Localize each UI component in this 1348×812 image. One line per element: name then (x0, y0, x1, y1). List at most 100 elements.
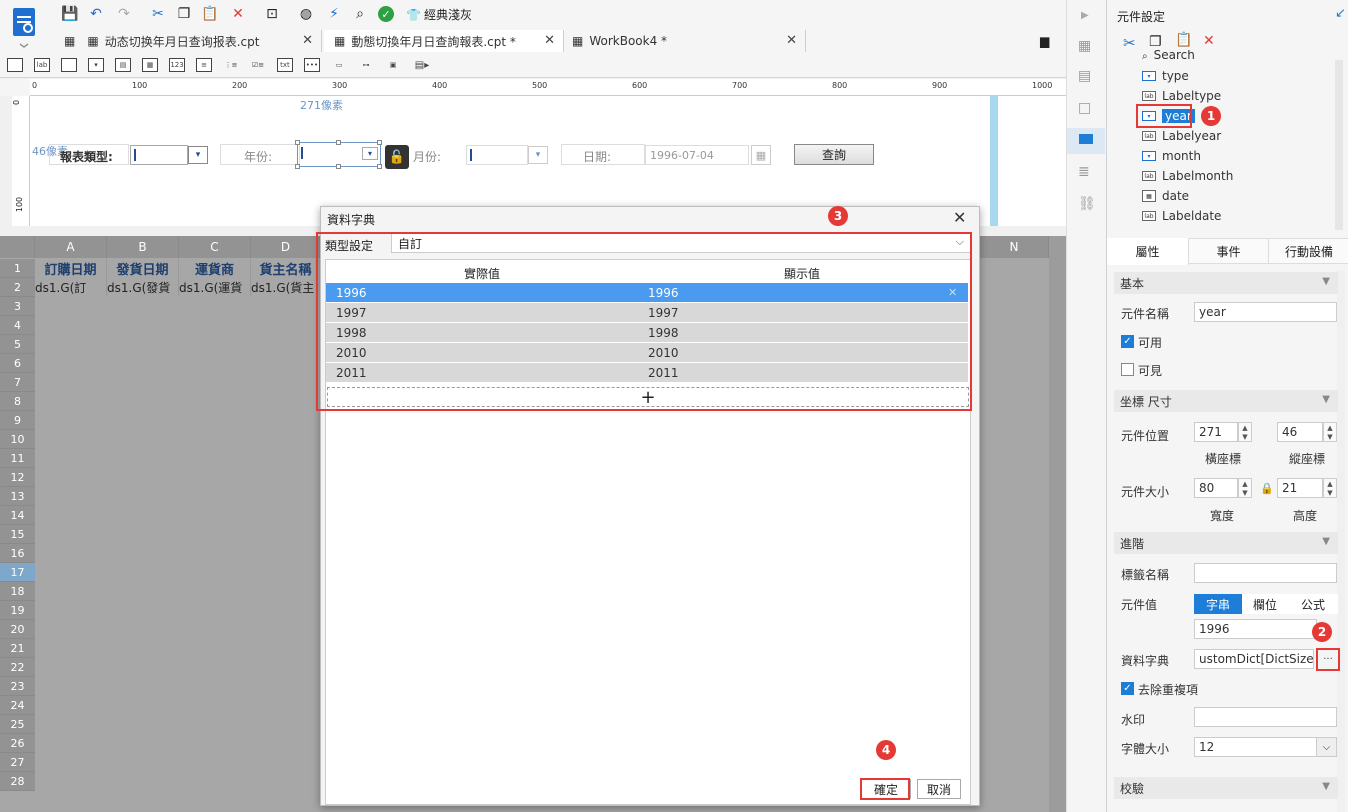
widget-toggle-icon[interactable]: ▭ (331, 58, 347, 72)
cell-c1[interactable]: 運貨商 (179, 259, 251, 278)
cell-a1[interactable]: 訂購日期 (35, 259, 107, 278)
condition-icon[interactable]: ≣ (1078, 164, 1090, 180)
delete-icon[interactable]: ✕ (228, 4, 248, 24)
tab-menu-icon[interactable]: ▆ (1040, 34, 1049, 48)
widget-txt-icon[interactable]: txt (277, 58, 293, 72)
widget-value-input[interactable]: 1996 (1194, 619, 1317, 639)
float-element-icon[interactable]: □ (1078, 100, 1091, 116)
tree-item-type[interactable]: ▾ type (1142, 67, 1189, 85)
tab-file-2[interactable]: ▦ 動態切換年月日查詢報表.cpt * ✕ (324, 30, 564, 52)
report-type-dropdown[interactable]: ▾ (188, 146, 208, 164)
column-header-b[interactable]: B (107, 236, 179, 258)
cell-c2[interactable]: ds1.G(運貨 (179, 278, 251, 297)
sheet-corner[interactable] (0, 236, 35, 258)
width-stepper[interactable]: ▲ ▼ (1238, 478, 1252, 498)
dedupe-checkbox[interactable]: ✓ (1121, 682, 1134, 695)
pos-x-stepper[interactable]: ▲ ▼ (1238, 422, 1252, 442)
tree-item-date[interactable]: ▦ date (1142, 187, 1189, 205)
row-header[interactable]: 27 (0, 753, 35, 772)
tree-item-labeldate[interactable]: lab Labeldate (1142, 207, 1221, 225)
calendar-icon[interactable]: ▦ (751, 145, 771, 165)
paste-icon[interactable]: 📋 (200, 4, 220, 24)
tree-item-labelyear[interactable]: lab Labelyear (1142, 127, 1221, 145)
row-header[interactable]: 25 (0, 715, 35, 734)
row-header[interactable]: 12 (0, 468, 35, 487)
search-doc-icon[interactable]: ⌕ (350, 4, 370, 24)
theme-selector[interactable]: 👕 經典淺灰 (406, 6, 472, 23)
redo-icon[interactable]: ↷ (114, 4, 134, 24)
row-header[interactable]: 3 (0, 297, 35, 316)
row-header[interactable]: 5 (0, 335, 35, 354)
widget-more-icon[interactable]: ▤▸ (414, 58, 430, 72)
font-size-select[interactable]: 12 ⌵ (1194, 737, 1337, 757)
tab-properties[interactable]: 屬性 (1107, 238, 1189, 265)
cell-element-icon[interactable]: ▦ (1078, 38, 1091, 54)
enabled-checkbox[interactable]: ✓ (1121, 335, 1134, 348)
widget-tree-icon[interactable]: ⊶ (358, 58, 374, 72)
report-type-input[interactable] (130, 145, 188, 165)
data-dictionary-input[interactable]: ustomDict[DictSize:5] (1194, 649, 1314, 669)
section-coordinates[interactable]: 坐標 尺寸 ▼ (1114, 390, 1338, 412)
pos-y-input[interactable]: 46 (1277, 422, 1323, 442)
section-advanced[interactable]: 進階 ▼ (1114, 532, 1338, 554)
widget-label-icon[interactable]: lab (34, 58, 50, 72)
value-tab-field[interactable]: 欄位 (1242, 594, 1288, 614)
row-header[interactable]: 18 (0, 582, 35, 601)
panel-scrollbar[interactable] (1337, 270, 1345, 812)
preview-icon[interactable]: ⊡ (262, 4, 282, 24)
height-stepper[interactable]: ▲ ▼ (1323, 478, 1337, 498)
height-input[interactable]: 21 (1277, 478, 1323, 498)
row-header[interactable]: 24 (0, 696, 35, 715)
value-tab-formula[interactable]: 公式 (1288, 594, 1338, 614)
column-header-c[interactable]: C (179, 236, 251, 258)
widget-text-icon[interactable] (7, 58, 23, 72)
row-header[interactable]: 19 (0, 601, 35, 620)
lock-icon[interactable]: 🔓 (385, 145, 409, 169)
save-icon[interactable]: 💾 (60, 4, 80, 24)
date-input[interactable]: 1996-07-04 (645, 145, 749, 165)
row-header[interactable]: 6 (0, 354, 35, 373)
row-header[interactable]: 28 (0, 772, 35, 791)
row-header[interactable]: 16 (0, 544, 35, 563)
row-header[interactable]: 4 (0, 316, 35, 335)
row-header[interactable]: 23 (0, 677, 35, 696)
month-dropdown[interactable]: ▾ (528, 146, 548, 164)
widget-name-input[interactable]: year (1194, 302, 1337, 322)
year-widget-selected[interactable]: ▾ (295, 140, 382, 169)
cell-attribute-icon[interactable]: ▤ (1078, 68, 1091, 84)
value-tab-string[interactable]: 字串 (1194, 594, 1242, 614)
row-header[interactable]: 7 (0, 373, 35, 392)
widget-password-icon[interactable]: ••• (304, 58, 320, 72)
width-input[interactable]: 80 (1194, 478, 1238, 498)
row-header[interactable]: 8 (0, 392, 35, 411)
column-header-a[interactable]: A (35, 236, 107, 258)
widget-number-icon[interactable]: 123 (169, 58, 185, 72)
visible-checkbox[interactable] (1121, 363, 1134, 376)
widget-form-icon[interactable]: ▤ (115, 58, 131, 72)
row-header[interactable]: 9 (0, 411, 35, 430)
row-header[interactable]: 13 (0, 487, 35, 506)
cell-d1[interactable]: 貨主名稱 (251, 259, 321, 278)
plugin-icon[interactable]: ⚡ (324, 4, 344, 24)
lock-ratio-icon[interactable]: 🔒 (1260, 482, 1274, 495)
pos-y-stepper[interactable]: ▲ ▼ (1323, 422, 1337, 442)
paste-icon[interactable]: 📋 (1175, 32, 1192, 48)
tree-item-month[interactable]: ▾ month (1142, 147, 1201, 165)
close-icon[interactable]: ✕ (302, 33, 313, 48)
tree-item-labeltype[interactable]: lab Labeltype (1142, 87, 1221, 105)
globe-icon[interactable]: ◍ (296, 4, 316, 24)
cell-a2[interactable]: ds1.G(訂 (35, 278, 107, 297)
row-header[interactable]: 17 (0, 563, 35, 582)
close-icon[interactable]: ✕ (544, 33, 555, 48)
widget-button-icon[interactable] (61, 58, 77, 72)
widget-checkbox-icon[interactable]: ☑≡ (250, 58, 266, 72)
row-header[interactable]: 10 (0, 430, 35, 449)
column-header-n[interactable]: N (979, 236, 1049, 258)
row-header[interactable]: 1 (0, 259, 35, 278)
cancel-button[interactable]: 取消 (917, 779, 961, 799)
tree-scrollbar[interactable] (1335, 60, 1343, 230)
delete-icon[interactable]: ✕ (1203, 33, 1215, 49)
cut-icon[interactable]: ✂ (1123, 34, 1136, 52)
month-input[interactable] (466, 145, 528, 165)
tab-events[interactable]: 事件 (1189, 238, 1269, 264)
